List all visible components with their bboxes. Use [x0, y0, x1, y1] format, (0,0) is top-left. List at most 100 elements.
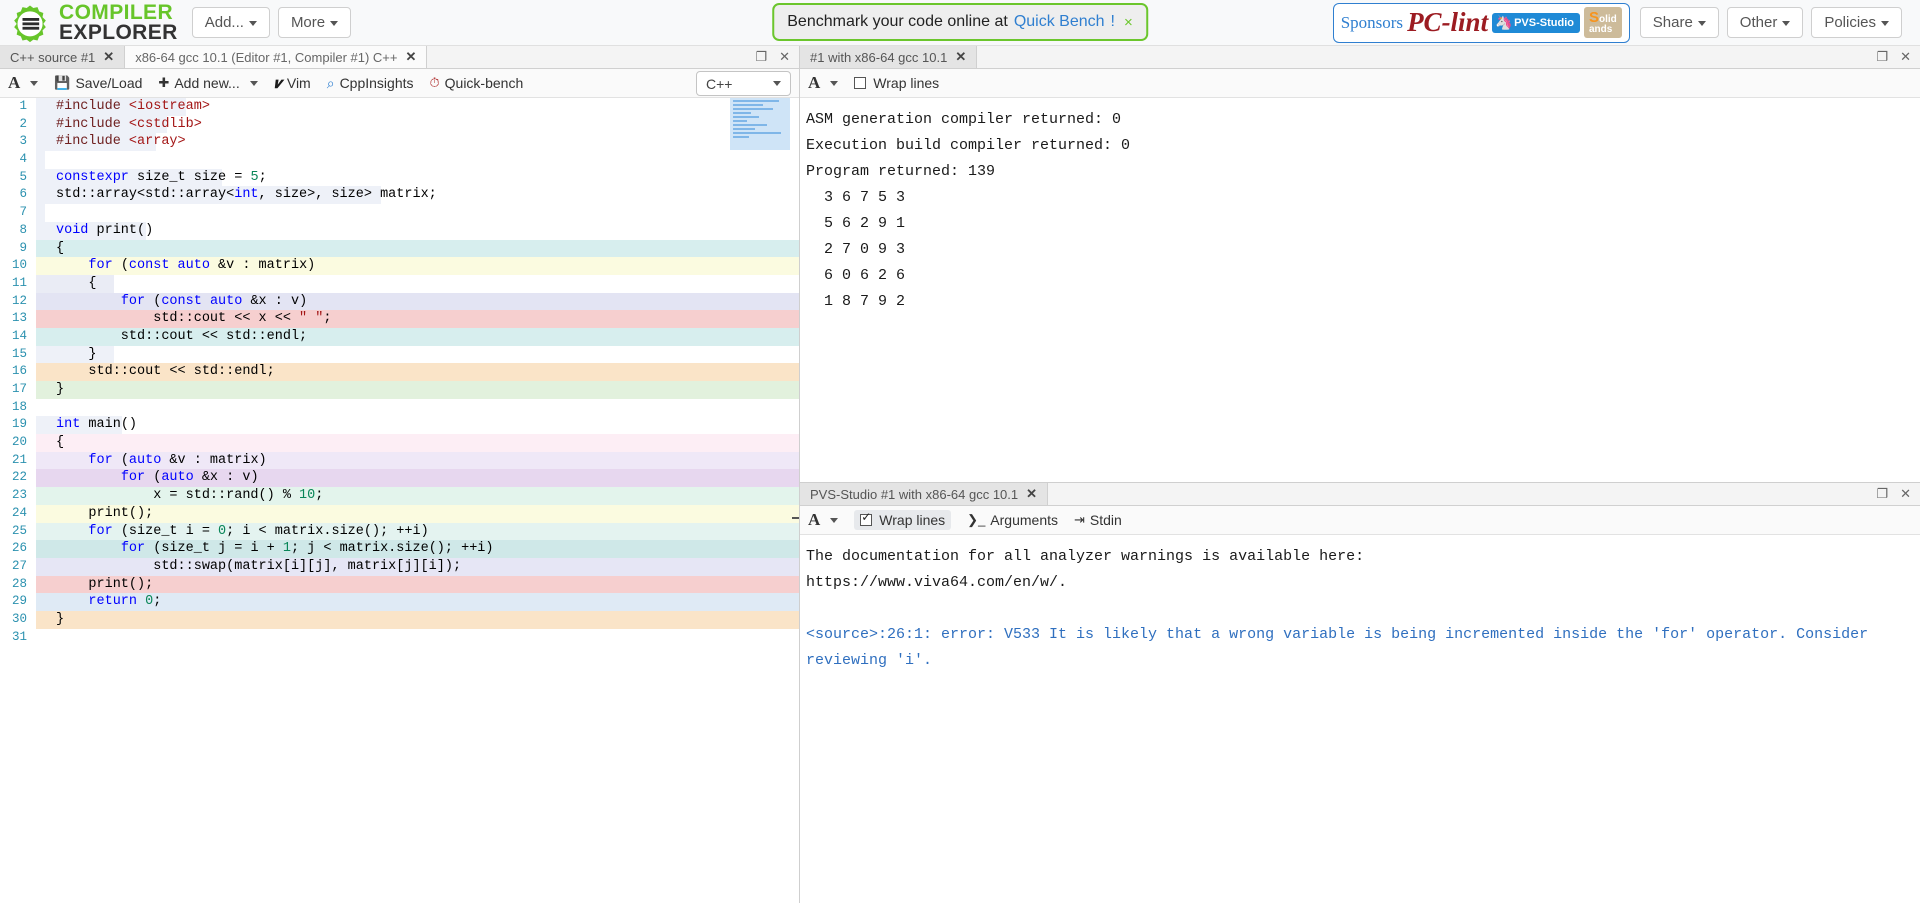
tab-pvs-studio-1[interactable]: PVS-Studio #1 with x86-64 gcc 10.1 ✕: [800, 483, 1049, 505]
tab-cpp-source-1[interactable]: C++ source #1 ✕: [0, 46, 126, 68]
code-line[interactable]: 15 }: [0, 345, 799, 364]
language-select[interactable]: C++: [696, 71, 791, 96]
code-line[interactable]: 26 for (size_t j = i + 1; j < matrix.siz…: [0, 540, 799, 558]
code-line[interactable]: 8 void print(): [0, 221, 799, 240]
save-load-button[interactable]: 💾 Save/Load: [54, 75, 142, 91]
code-line[interactable]: 14 std::cout << std::endl;: [0, 327, 799, 346]
code-line[interactable]: 18: [0, 398, 799, 417]
policies-button[interactable]: Policies: [1811, 7, 1902, 38]
line-number: 3: [0, 133, 36, 152]
line-highlight: [36, 434, 799, 452]
tab-output-1[interactable]: #1 with x86-64 gcc 10.1 ✕: [800, 46, 978, 68]
code-line[interactable]: 24 print();: [0, 504, 799, 523]
code-line-text: }: [36, 610, 799, 629]
output-tabbar: #1 with x86-64 gcc 10.1 ✕ ❐ ✕: [800, 46, 1920, 69]
share-button[interactable]: Share: [1639, 7, 1719, 38]
maximize-icon[interactable]: ❐: [1876, 49, 1888, 65]
code-line[interactable]: 6 std::array<std::array<int, size>, size>…: [0, 186, 799, 205]
code-line[interactable]: 17}: [0, 381, 799, 399]
code-line-text: [36, 629, 799, 647]
close-icon[interactable]: ✕: [1900, 486, 1911, 502]
line-number: 31: [0, 628, 36, 647]
solid-sands-logo[interactable]: Solid ands: [1583, 7, 1622, 38]
cppinsights-button[interactable]: ⌕ CppInsights: [327, 75, 414, 92]
tab-compiler-1[interactable]: x86-64 gcc 10.1 (Editor #1, Compiler #1)…: [125, 46, 428, 68]
compiler-output-text: ASM generation compiler returned: 0 Execu…: [800, 98, 1920, 482]
pc-lint-logo[interactable]: PC-lint: [1407, 9, 1488, 36]
output-line: 6 0 6 2 6: [806, 267, 906, 284]
magnifier-icon: ⌕: [326, 74, 335, 91]
maximize-icon[interactable]: ❐: [1876, 486, 1888, 502]
vim-button[interactable]: 𝒗 Vim: [274, 75, 311, 92]
chevron-down-icon: [248, 20, 257, 26]
pvs-output-text: The documentation for all analyzer warni…: [800, 535, 1920, 903]
code-line[interactable]: 7: [0, 204, 799, 222]
code-line[interactable]: 9{: [0, 239, 799, 258]
code-line-text: #include <iostream>: [36, 98, 799, 116]
editor-minimap[interactable]: [730, 98, 790, 150]
code-line[interactable]: 10 for (const auto &v : matrix): [0, 257, 799, 275]
banner-close-icon[interactable]: ×: [1124, 14, 1133, 31]
close-icon[interactable]: ✕: [1026, 486, 1037, 502]
close-icon[interactable]: ✕: [1900, 49, 1911, 65]
code-line[interactable]: 5 constexpr size_t size = 5;: [0, 168, 799, 187]
code-editor[interactable]: 1 #include <iostream> 2 #include <cstdlib> 3…: [0, 98, 799, 903]
code-line[interactable]: 12 for (const auto &x : v): [0, 292, 799, 311]
wrap-lines-toggle[interactable]: Wrap lines: [854, 75, 939, 91]
pvs-output-line: https://www.viva64.com/en/w/.: [806, 574, 1068, 591]
line-number: 10: [0, 257, 36, 275]
code-line[interactable]: 13 std::cout << x << " ";: [0, 310, 799, 328]
line-number: 12: [0, 292, 36, 311]
code-line[interactable]: 31: [0, 628, 799, 647]
editor-tabbar: C++ source #1 ✕ x86-64 gcc 10.1 (Editor …: [0, 46, 799, 69]
close-icon[interactable]: ✕: [955, 49, 966, 65]
arguments-button[interactable]: ❯_ Arguments: [967, 512, 1058, 528]
code-line[interactable]: 22 for (auto &x : v): [0, 469, 799, 488]
code-line-text: x = std::rand() % 10;: [36, 487, 799, 505]
code-line[interactable]: 3 #include <array>: [0, 133, 799, 152]
font-size-button[interactable]: A: [808, 73, 839, 93]
logo-line-1: COMPILER: [59, 1, 174, 25]
add-button[interactable]: Add...: [191, 7, 270, 38]
code-line[interactable]: 11 {: [0, 274, 799, 293]
close-icon[interactable]: ✕: [406, 49, 417, 65]
more-button-label: More: [290, 14, 326, 31]
code-line[interactable]: 27 std::swap(matrix[i][j], matrix[j][i])…: [0, 557, 799, 576]
compiler-explorer-logo[interactable]: COMPILER EXPLORER: [10, 1, 178, 43]
code-line[interactable]: 28 print();: [0, 575, 799, 594]
output-column: #1 with x86-64 gcc 10.1 ✕ ❐ ✕ A Wrap lin…: [800, 46, 1920, 903]
code-line[interactable]: 4: [0, 151, 799, 169]
code-line[interactable]: 25 for (size_t i = 0; i < matrix.size();…: [0, 522, 799, 541]
editor-vertical-scrollbar[interactable]: [790, 98, 799, 903]
close-icon[interactable]: ✕: [103, 49, 114, 65]
wrap-lines-toggle[interactable]: Wrap lines: [854, 510, 952, 530]
code-line[interactable]: 21 for (auto &v : matrix): [0, 451, 799, 470]
code-line-text: std::cout << std::endl;: [36, 363, 799, 381]
line-number: 14: [0, 327, 36, 346]
line-number: 24: [0, 504, 36, 523]
code-line[interactable]: 16 std::cout << std::endl;: [0, 363, 799, 381]
quick-bench-button[interactable]: ⏱ Quick-bench: [430, 75, 524, 91]
code-line[interactable]: 19 int main(): [0, 416, 799, 435]
sponsors-box[interactable]: Sponsors PC-lint 🦄 PVS-Studio Solid ands: [1332, 2, 1630, 43]
pvs-studio-logo[interactable]: 🦄 PVS-Studio: [1492, 12, 1580, 33]
font-size-button[interactable]: A: [8, 73, 39, 93]
cppinsights-label: CppInsights: [339, 75, 414, 91]
maximize-icon[interactable]: ❐: [755, 49, 767, 65]
line-number: 7: [0, 204, 36, 222]
code-line[interactable]: 29 return 0;: [0, 593, 799, 611]
code-line[interactable]: 20{: [0, 434, 799, 452]
code-line[interactable]: 1 #include <iostream>: [0, 98, 799, 116]
code-line[interactable]: 30}: [0, 610, 799, 629]
pane-split-handle[interactable]: [792, 516, 799, 519]
more-button[interactable]: More: [277, 7, 352, 38]
stdin-button[interactable]: ⇥ Stdin: [1074, 512, 1122, 528]
other-button[interactable]: Other: [1726, 7, 1804, 38]
code-line[interactable]: 2 #include <cstdlib>: [0, 115, 799, 134]
close-icon[interactable]: ✕: [779, 49, 790, 65]
font-size-button[interactable]: A: [808, 510, 839, 530]
add-new-button[interactable]: ✚ Add new...: [158, 75, 258, 91]
pvs-output-line[interactable]: <source>:26:1: error: V533 It is likely …: [806, 622, 1914, 674]
code-line[interactable]: 23 x = std::rand() % 10;: [0, 487, 799, 505]
quick-bench-link[interactable]: Quick Bench: [1014, 13, 1105, 31]
